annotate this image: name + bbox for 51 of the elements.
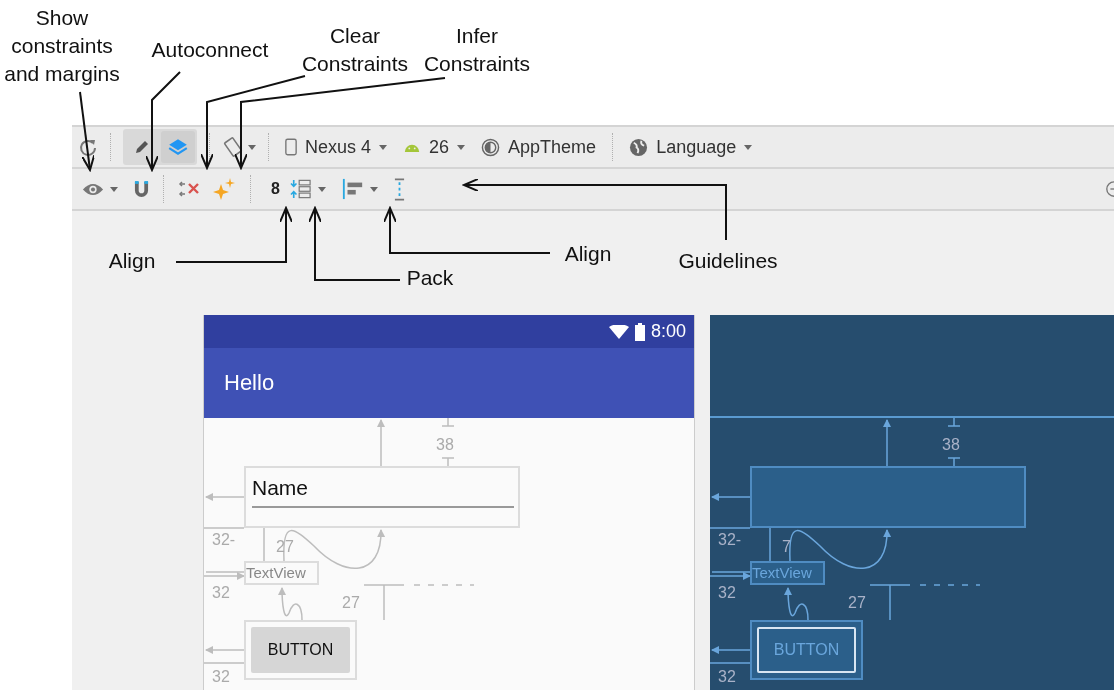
margin-value: 32- <box>718 531 742 549</box>
wifi-icon <box>608 324 629 339</box>
margin-value: 32 <box>212 584 230 602</box>
caret-icon[interactable] <box>369 186 378 192</box>
theme-button[interactable]: AppTheme <box>477 136 601 158</box>
margin-value: 32- <box>212 531 236 549</box>
refresh-icon[interactable] <box>78 137 98 157</box>
callout-label: Autoconnect <box>150 37 270 63</box>
default-margin-value[interactable]: 8 <box>271 180 280 198</box>
zoom-icon[interactable] <box>1105 179 1114 199</box>
name-field[interactable]: Name <box>252 476 514 508</box>
text-view: TextView <box>244 561 319 585</box>
callout-label: Infer Constraints <box>422 23 532 77</box>
callout-label: Show constraints and margins <box>3 5 121 87</box>
margin-value: 27 <box>342 594 360 612</box>
caret-icon <box>744 144 753 150</box>
app-button[interactable]: BUTTON <box>251 627 350 673</box>
caret-icon <box>379 144 388 150</box>
margin-value: 32 <box>718 668 736 686</box>
pack-icon[interactable] <box>289 179 312 199</box>
caret-icon[interactable] <box>317 186 326 192</box>
caret-icon[interactable] <box>110 186 118 192</box>
eye-icon[interactable] <box>82 181 104 197</box>
margin-value: 32 <box>718 584 736 602</box>
callout-label: Align <box>563 241 613 267</box>
app-title: Hello <box>224 370 275 396</box>
globe-icon <box>629 137 649 157</box>
align-left-icon[interactable] <box>341 178 364 200</box>
margin-value: 7 <box>782 538 791 556</box>
margin-value: 27 <box>848 594 866 612</box>
margin-value: 38 <box>942 436 960 454</box>
theme-icon <box>481 137 501 157</box>
api-level-dropdown[interactable]: 26 <box>399 136 470 158</box>
callout-label: Align <box>107 248 157 274</box>
status-time: 8:00 <box>650 321 686 342</box>
text-view: TextView <box>750 561 825 585</box>
callout-label: Guidelines <box>677 248 779 274</box>
guideline-icon[interactable] <box>393 177 405 201</box>
caret-icon <box>457 144 466 150</box>
device-dropdown[interactable]: Nexus 4 <box>281 136 392 158</box>
caret-icon[interactable] <box>248 144 256 150</box>
clear-constraints-icon[interactable] <box>178 179 202 199</box>
phone-icon <box>285 138 297 156</box>
battery-icon <box>634 322 645 341</box>
margin-value: 27 <box>276 538 294 556</box>
callout-label: Pack <box>405 265 455 291</box>
callout-label: Clear Constraints <box>300 23 410 77</box>
magnet-icon[interactable] <box>134 180 149 198</box>
margin-value: 32 <box>212 668 230 686</box>
margin-value: 38 <box>436 436 454 454</box>
language-dropdown[interactable]: Language <box>625 136 757 158</box>
